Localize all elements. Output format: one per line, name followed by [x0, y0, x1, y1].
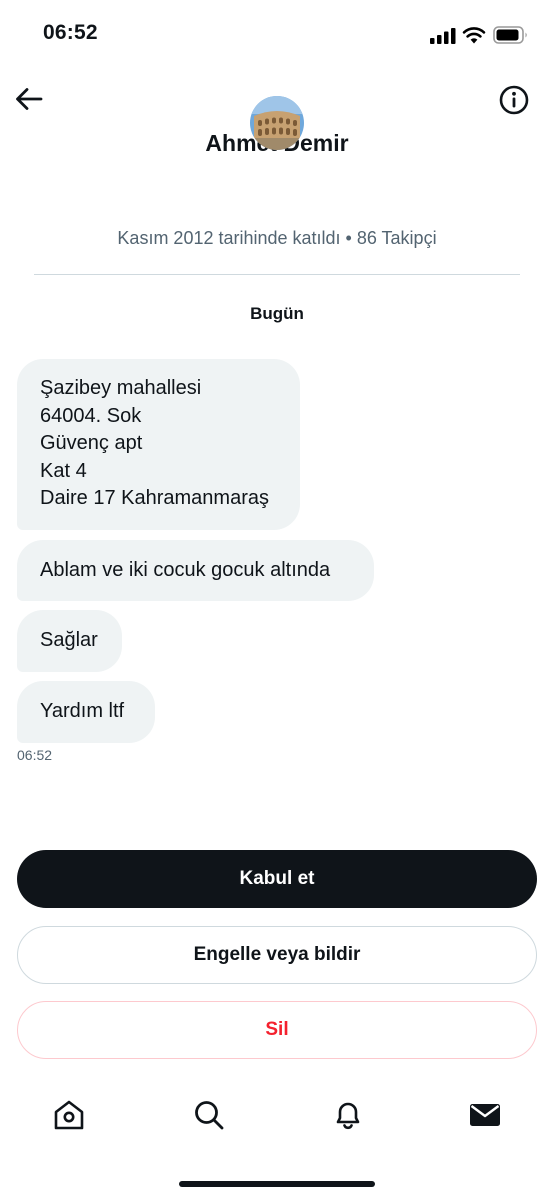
home-icon[interactable] — [52, 1098, 86, 1132]
message-bubble[interactable]: Yardım ltf — [17, 681, 155, 743]
accept-button[interactable]: Kabul et — [17, 850, 537, 908]
avatar[interactable] — [250, 96, 304, 150]
home-indicator — [179, 1181, 375, 1187]
status-time: 06:52 — [43, 21, 98, 44]
message-timestamp: 06:52 — [17, 747, 53, 763]
block-or-report-label: Engelle veya bildir — [193, 944, 361, 965]
message-line: Kat 4 — [40, 459, 87, 482]
message-bubble[interactable]: Sağlar — [17, 610, 122, 672]
delete-button-label: Sil — [265, 1019, 289, 1040]
envelope-icon[interactable] — [468, 1098, 502, 1132]
message-text: Yardım ltf — [40, 700, 125, 722]
battery-icon — [493, 26, 527, 44]
message-line: 64004. Sok — [40, 404, 142, 427]
wifi-icon — [462, 27, 486, 44]
colosseum-avatar-image — [250, 96, 304, 150]
delete-button[interactable]: Sil — [17, 1001, 537, 1059]
block-or-report-button[interactable]: Engelle veya bildir — [17, 926, 537, 984]
message-bubble[interactable]: Şazibey mahallesi 64004. Sok Güvenç apt … — [17, 359, 300, 530]
accept-button-label: Kabul et — [239, 868, 315, 889]
profile-meta: Kasım 2012 tarihinde katıldı • 86 Takipç… — [117, 228, 437, 248]
back-arrow-icon[interactable] — [14, 84, 44, 114]
search-icon[interactable] — [192, 1098, 226, 1132]
cellular-signal-icon — [430, 28, 456, 44]
message-line: Şazibey mahallesi — [40, 377, 202, 399]
message-line: Güvenç apt — [40, 432, 143, 454]
divider — [34, 274, 520, 275]
bell-icon[interactable] — [331, 1098, 365, 1132]
message-bubble[interactable]: Ablam ve iki cocuk gocuk altında — [17, 540, 374, 601]
message-text: Ablam ve iki cocuk gocuk altında — [40, 559, 331, 581]
info-icon[interactable] — [498, 84, 530, 116]
message-line: Daire 17 Kahramanmaraş — [40, 487, 269, 509]
date-separator: Bugün — [250, 304, 304, 323]
message-text: Sağlar — [40, 629, 98, 651]
